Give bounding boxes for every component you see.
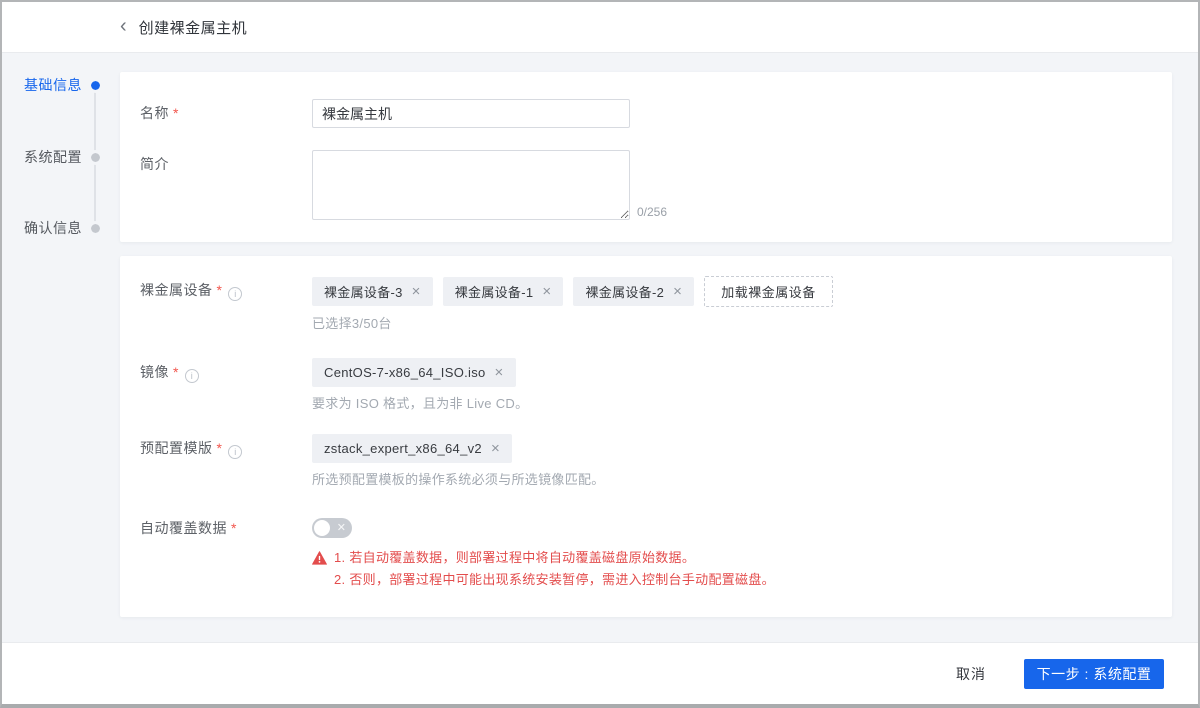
remove-tag-icon[interactable]: × <box>412 284 421 299</box>
required-asterisk: * <box>231 520 237 536</box>
image-control: CentOS-7-x86_64_ISO.iso × 要求为 ISO 格式，且为非… <box>312 358 528 412</box>
step-dot <box>91 153 100 162</box>
device-tag-row: 裸金属设备-3 × 裸金属设备-1 × 裸金属设备-2 × 加载裸金属设备 <box>312 276 833 307</box>
topbar: ‹ 创建裸金属主机 <box>2 2 1198 53</box>
step-system-config[interactable]: 系统配置 <box>2 149 120 165</box>
required-asterisk: * <box>173 364 179 380</box>
char-counter: 0/256 <box>637 204 667 220</box>
required-asterisk: * <box>173 105 179 121</box>
remove-tag-icon[interactable]: × <box>491 441 500 456</box>
cancel-button[interactable]: 取消 <box>956 664 986 684</box>
device-tag: 裸金属设备-1 × <box>443 277 564 306</box>
overwrite-label: 自动覆盖数据* <box>140 518 312 591</box>
template-tag-row: zstack_expert_x86_64_v2 × <box>312 434 605 463</box>
step-dot-active <box>91 81 100 90</box>
overwrite-label-text: 自动覆盖数据 <box>140 520 227 536</box>
device-control: 裸金属设备-3 × 裸金属设备-1 × 裸金属设备-2 × 加载裸金属设备 <box>312 276 833 332</box>
device-row: 裸金属设备* i 裸金属设备-3 × 裸金属设备-1 × 裸金属设备-2 <box>140 276 1172 332</box>
overwrite-control: ✕ 1. 若自动覆盖数据，则部署过程中将自动覆盖磁盘原始数据。 <box>312 518 775 591</box>
template-row: 预配置模版* i zstack_expert_x86_64_v2 × 所选预配置模… <box>140 434 1172 488</box>
warning-line-1: 1. 若自动覆盖数据，则部署过程中将自动覆盖磁盘原始数据。 <box>312 547 775 569</box>
image-tag-row: CentOS-7-x86_64_ISO.iso × <box>312 358 528 387</box>
device-tag: 裸金属设备-3 × <box>312 277 433 306</box>
description-wrap: 0/256 <box>312 150 667 220</box>
toggle-off-icon: ✕ <box>337 518 346 538</box>
info-icon[interactable]: i <box>228 445 242 459</box>
device-tag-text: 裸金属设备-1 <box>455 282 534 301</box>
step-basic-info[interactable]: 基础信息 <box>2 77 120 93</box>
description-row: 简介 0/256 <box>140 150 1172 220</box>
template-label: 预配置模版* i <box>140 434 312 488</box>
info-icon[interactable]: i <box>185 369 199 383</box>
image-label-text: 镜像 <box>140 364 169 380</box>
name-label-text: 名称 <box>140 105 169 121</box>
device-label-text: 裸金属设备 <box>140 282 213 298</box>
remove-tag-icon[interactable]: × <box>673 284 682 299</box>
name-input[interactable] <box>312 99 630 128</box>
warning-line-2: 2. 否则，部署过程中可能出现系统安装暂停，需进入控制台手动配置磁盘。 <box>312 569 775 591</box>
device-tag-text: 裸金属设备-3 <box>324 282 403 301</box>
page-body: 基础信息 系统配置 确认信息 名称* 简介 <box>2 53 1198 643</box>
description-label: 简介 <box>140 150 312 220</box>
template-hint: 所选预配置模板的操作系统必须与所选镜像匹配。 <box>312 469 605 488</box>
required-asterisk: * <box>217 282 223 298</box>
device-label: 裸金属设备* i <box>140 276 312 332</box>
warning-text-2: 2. 否则，部署过程中可能出现系统安装暂停，需进入控制台手动配置磁盘。 <box>334 569 775 591</box>
basic-info-card: 名称* 简介 0/256 <box>120 72 1172 242</box>
template-tag: zstack_expert_x86_64_v2 × <box>312 434 512 463</box>
wizard-steps: 基础信息 系统配置 确认信息 <box>2 53 120 643</box>
image-tag: CentOS-7-x86_64_ISO.iso × <box>312 358 516 387</box>
footer-bar: 取消 下一步 : 系统配置 <box>2 642 1198 704</box>
image-tag-text: CentOS-7-x86_64_ISO.iso <box>324 365 486 380</box>
description-textarea[interactable] <box>312 150 630 220</box>
overwrite-warning: 1. 若自动覆盖数据，则部署过程中将自动覆盖磁盘原始数据。 2. 否则，部署过程… <box>312 547 775 591</box>
load-devices-button[interactable]: 加载裸金属设备 <box>704 276 833 307</box>
device-config-card: 裸金属设备*i 裸金属设备-3 × 裸金属设备-1 × 裸金属设备-2 <box>120 256 1172 617</box>
device-selection-hint: 已选择3/50台 <box>312 313 833 332</box>
image-hint: 要求为 ISO 格式，且为非 Live CD。 <box>312 393 528 412</box>
info-icon[interactable]: i <box>228 287 242 301</box>
template-control: zstack_expert_x86_64_v2 × 所选预配置模板的操作系统必须… <box>312 434 605 488</box>
template-tag-text: zstack_expert_x86_64_v2 <box>324 441 482 456</box>
description-label-text: 简介 <box>140 156 169 172</box>
required-asterisk: * <box>217 440 223 456</box>
toggle-knob <box>314 520 330 536</box>
step-label: 系统配置 <box>2 147 82 167</box>
device-tag-text: 裸金属设备-2 <box>585 282 664 301</box>
template-label-text: 预配置模版 <box>140 440 213 456</box>
warning-triangle-icon <box>312 551 327 565</box>
step-label: 基础信息 <box>2 75 82 95</box>
step-dot <box>91 224 100 233</box>
name-row: 名称* <box>140 99 1172 128</box>
overwrite-row: 自动覆盖数据* ✕ 1. 若自动 <box>140 518 1172 591</box>
step-label: 确认信息 <box>2 218 82 238</box>
image-label: 镜像* i <box>140 358 312 412</box>
image-row: 镜像* i CentOS-7-x86_64_ISO.iso × 要求为 ISO 格… <box>140 358 1172 412</box>
overwrite-toggle-off[interactable]: ✕ <box>312 518 352 538</box>
step-confirm-info[interactable]: 确认信息 <box>2 220 120 236</box>
page-title: 创建裸金属主机 <box>139 17 248 38</box>
create-baremetal-host-window: ‹ 创建裸金属主机 基础信息 系统配置 确认信息 名称* <box>0 0 1200 708</box>
remove-tag-icon[interactable]: × <box>495 365 504 380</box>
device-tag: 裸金属设备-2 × <box>573 277 694 306</box>
warning-text-1: 1. 若自动覆盖数据，则部署过程中将自动覆盖磁盘原始数据。 <box>334 547 695 569</box>
name-label: 名称* <box>140 99 312 128</box>
back-icon[interactable]: ‹ <box>120 16 127 36</box>
next-step-button[interactable]: 下一步 : 系统配置 <box>1024 659 1164 689</box>
remove-tag-icon[interactable]: × <box>542 284 551 299</box>
